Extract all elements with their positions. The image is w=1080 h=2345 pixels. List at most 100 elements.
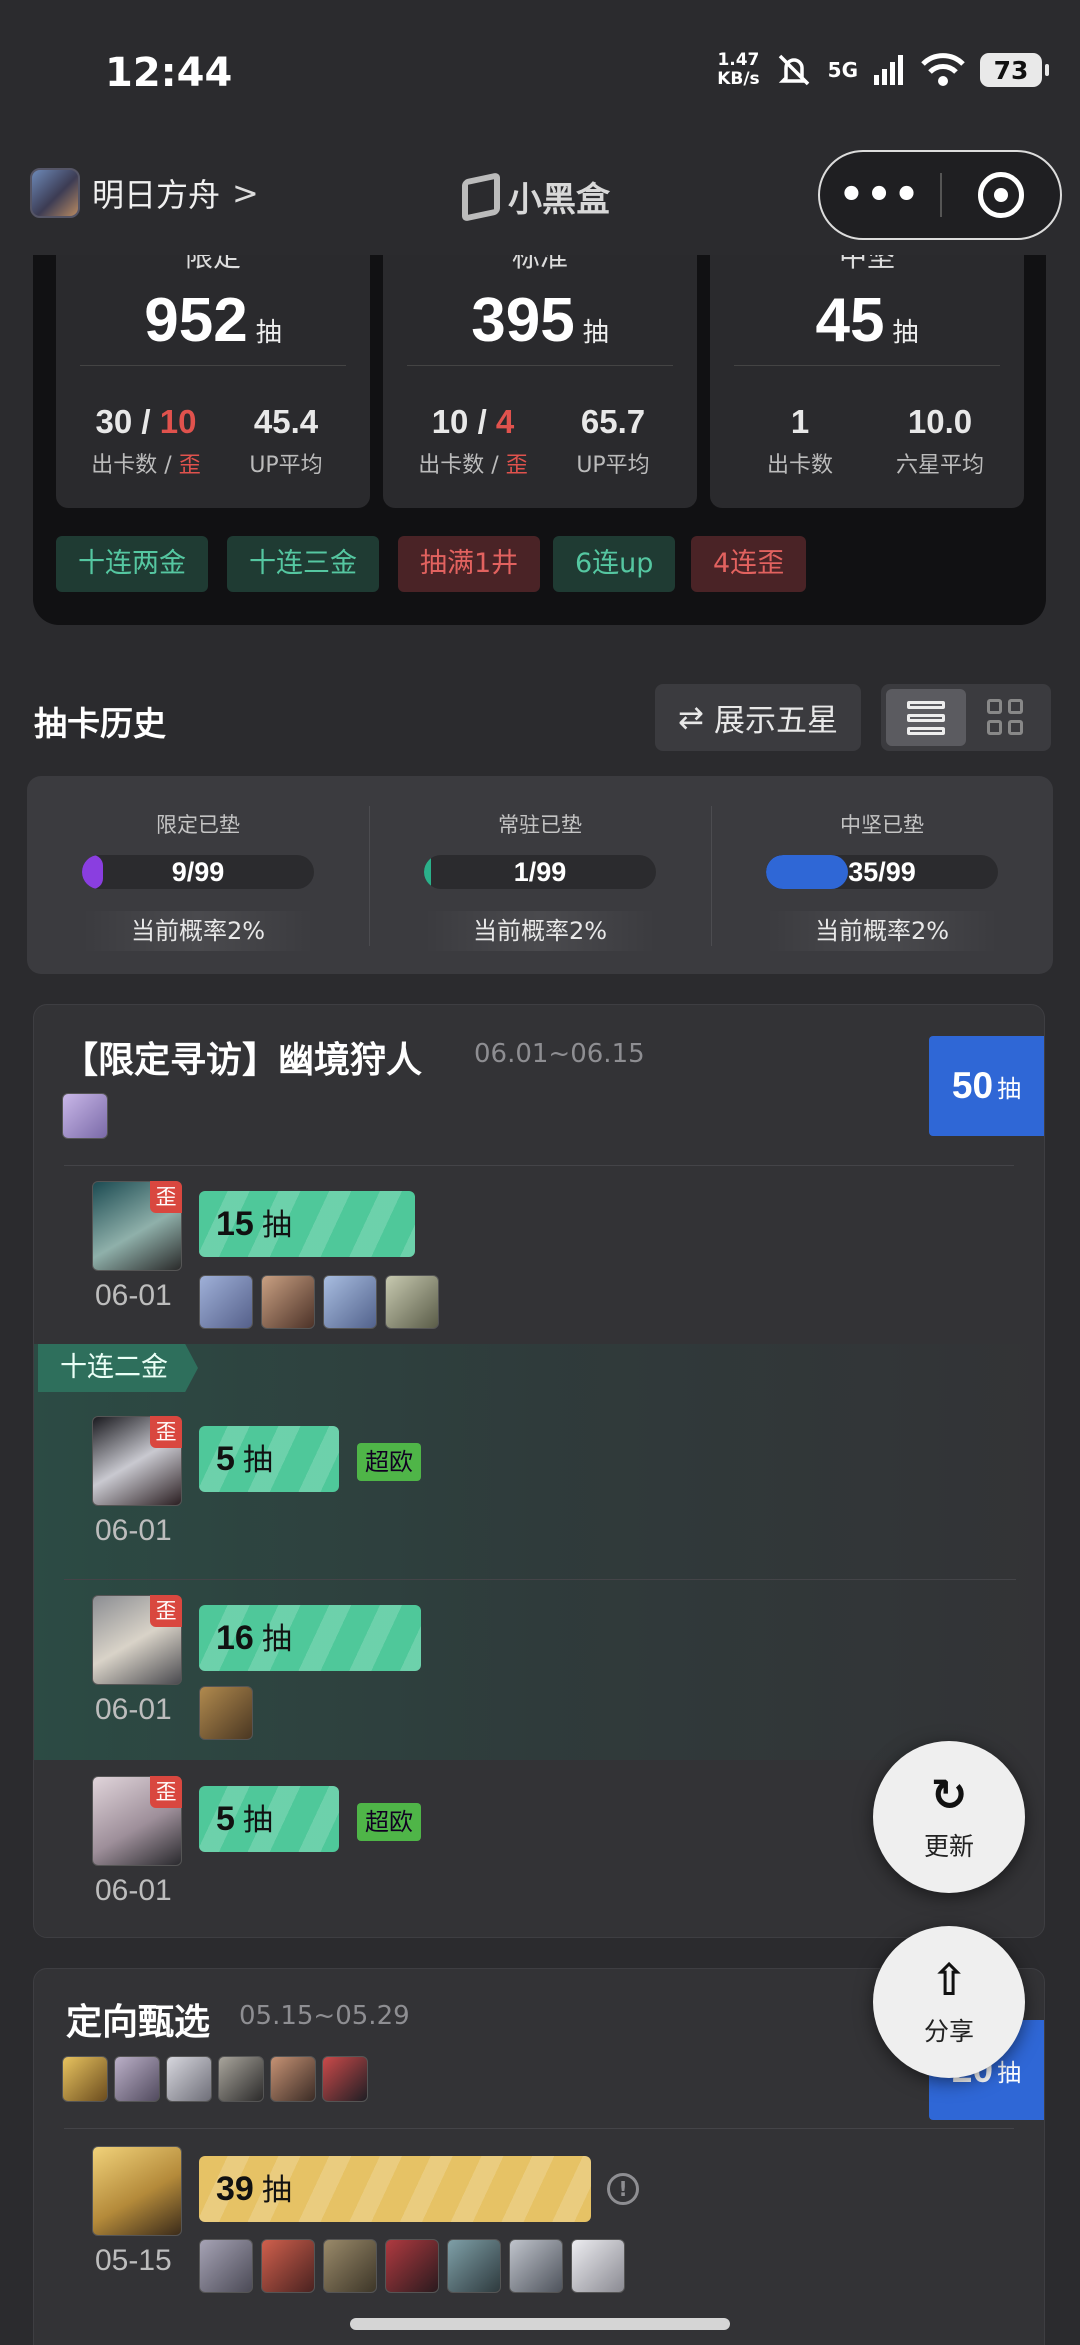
list-view-button[interactable] <box>886 689 966 746</box>
net-speed-value: 1.47 <box>717 50 760 70</box>
pity-bar: 9/99 <box>82 855 314 889</box>
status-time: 12:44 <box>105 50 233 96</box>
pity-limited: 限定已垫 9/99 当前概率2% <box>27 776 369 974</box>
lucky-badge: 超欧 <box>357 1803 421 1841</box>
off-banner-label: 歪 <box>178 453 201 478</box>
off-banner-value: 4 <box>495 403 515 440</box>
banner-title: 定向甄选 <box>66 2002 211 2043</box>
featured-operator-avatar <box>218 2056 264 2102</box>
share-button[interactable]: ⇧ 分享 <box>873 1926 1025 2078</box>
share-label: 分享 <box>923 2017 974 2046</box>
stat-total-unit: 抽 <box>582 318 609 348</box>
off-banner-badge: 歪 <box>150 1416 182 1448</box>
stat-total-value: 45 <box>815 286 885 355</box>
pull-count-unit: 抽 <box>261 1622 292 1657</box>
pull-row[interactable]: 歪 06-01 16 抽 <box>59 1595 959 1765</box>
avg-value: 45.4 <box>253 403 319 440</box>
show-five-star-label: 展示五星 <box>713 703 838 739</box>
pity-rate: 当前概率2% <box>424 911 656 951</box>
divider <box>64 1579 1016 1580</box>
avg-value: 10.0 <box>907 403 973 440</box>
signal-icon <box>874 55 903 85</box>
close-button[interactable] <box>942 172 1060 218</box>
stat-total-value: 395 <box>471 286 575 355</box>
stat-head: 限定 <box>56 255 370 269</box>
featured-operator-avatar <box>62 1093 108 1139</box>
grid-view-button[interactable] <box>966 689 1046 746</box>
cards-label: 出卡数 <box>766 453 833 478</box>
pull-date: 06-01 <box>95 1279 172 1312</box>
view-toggle <box>881 684 1051 751</box>
pity-title: 中坚已垫 <box>840 813 924 837</box>
achievement-tag: 十连三金 <box>227 536 379 592</box>
five-star-avatar <box>199 1686 253 1740</box>
pity-value: 35/99 <box>848 857 916 887</box>
cards-label: 出卡数 / <box>418 453 506 478</box>
pull-count-bar: 15 抽 <box>199 1191 415 1257</box>
net-speed: 1.47 KB/s <box>717 51 759 89</box>
info-icon[interactable]: ! <box>607 2173 639 2205</box>
app-avatar <box>30 168 80 218</box>
featured-operator-avatar <box>166 2056 212 2102</box>
pull-count-unit: 抽 <box>242 1443 273 1478</box>
chevron-right-icon: > <box>232 174 259 212</box>
featured-operator-avatar <box>322 2056 368 2102</box>
pull-count: 5 <box>216 1440 235 1478</box>
stat-col-avg: 45.4 UP平均 <box>221 403 351 479</box>
mute-bell-icon <box>778 54 809 86</box>
net-speed-unit: KB/s <box>717 69 760 89</box>
pull-count-bar: 16 抽 <box>199 1605 421 1671</box>
banner-date: 05.15~05.29 <box>239 2001 410 2031</box>
off-banner-badge: 歪 <box>150 1776 182 1808</box>
achievement-tag: 十连两金 <box>56 536 208 592</box>
stat-box-limited: 限定 952抽 30 / 10 出卡数 / 歪 45.4 UP平均 <box>56 255 370 508</box>
five-star-avatar <box>509 2239 563 2293</box>
stat-total: 45 抽 <box>710 285 1024 356</box>
center-logo: 小黑盒 <box>462 171 610 222</box>
pull-row[interactable]: 歪 06-01 15 抽 <box>59 1181 959 1351</box>
cards-value: 10 / <box>431 403 496 440</box>
grid-icon <box>987 698 1025 737</box>
pity-card: 限定已垫 9/99 当前概率2% 常驻已垫 1/99 当前概率2% 中坚已垫 3… <box>27 776 1053 974</box>
achievement-tag: 6连up <box>553 536 676 592</box>
show-five-star-button[interactable]: ⇄ 展示五星 <box>655 684 861 751</box>
pull-count: 5 <box>216 1800 235 1838</box>
history-title: 抽卡历史 <box>34 704 166 743</box>
five-star-avatar <box>571 2239 625 2293</box>
stat-col-cards: 10 / 4 出卡数 / 歪 <box>403 403 543 479</box>
more-button[interactable]: ••• <box>820 172 940 218</box>
banner-date: 06.01~06.15 <box>474 1039 645 1069</box>
five-star-avatar <box>261 2239 315 2293</box>
five-star-avatar <box>199 2239 253 2293</box>
pull-row[interactable]: 05-15 39 抽 ! <box>59 2146 959 2316</box>
five-star-avatar <box>385 2239 439 2293</box>
pull-count-bar: 5抽 <box>199 1786 339 1852</box>
stat-total-unit: 抽 <box>892 318 919 348</box>
featured-operator-avatar <box>270 2056 316 2102</box>
off-banner-badge: 歪 <box>150 1595 182 1627</box>
stat-total: 952 抽 <box>56 285 370 356</box>
pull-row[interactable]: 歪 06-01 5抽 超欧 <box>59 1776 959 1937</box>
banner-count: 50 <box>951 1065 994 1106</box>
pity-value: 9/99 <box>171 857 225 887</box>
app-switcher[interactable]: 明日方舟 > <box>30 168 259 218</box>
pity-bar: 1/99 <box>424 855 656 889</box>
lucky-badge: 超欧 <box>357 1443 421 1481</box>
pull-count-unit: 抽 <box>261 2173 292 2208</box>
banner-count-unit: 抽 <box>997 1074 1022 1103</box>
pity-core: 中坚已垫 35/99 当前概率2% <box>711 776 1053 974</box>
refresh-button[interactable]: ↻ 更新 <box>873 1741 1025 1893</box>
five-star-avatar <box>447 2239 501 2293</box>
stat-col-cards: 30 / 10 出卡数 / 歪 <box>76 403 216 479</box>
home-indicator[interactable] <box>350 2318 730 2330</box>
pull-row[interactable]: 歪 06-01 5抽 超欧 <box>59 1416 959 1586</box>
stat-box-standard: 标准 395抽 10 / 4 出卡数 / 歪 65.7 UP平均 <box>383 255 697 508</box>
operator-avatar <box>92 2146 182 2236</box>
cards-value: 1 <box>790 403 810 440</box>
cards-label: 出卡数 / <box>91 453 179 478</box>
stat-col-avg: 10.0 六星平均 <box>875 403 1005 479</box>
achievement-tag: 4连歪 <box>691 536 807 592</box>
list-icon <box>907 699 945 737</box>
avg-label: UP平均 <box>576 453 650 478</box>
pity-title: 常驻已垫 <box>498 813 582 837</box>
